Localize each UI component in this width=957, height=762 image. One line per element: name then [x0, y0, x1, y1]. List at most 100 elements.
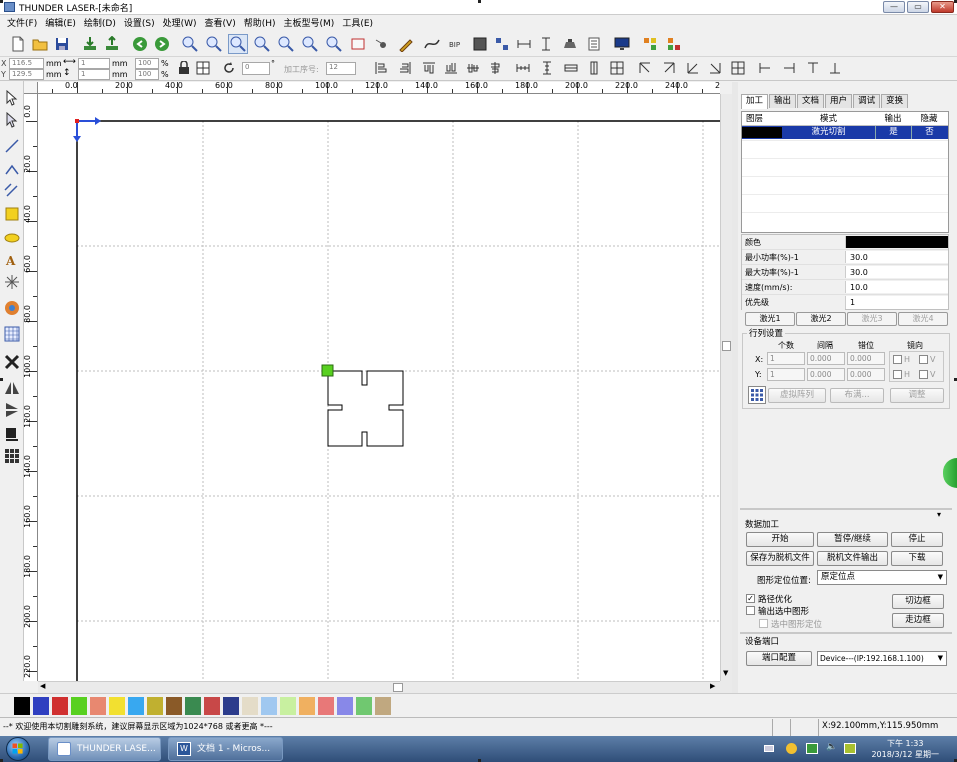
width-input[interactable]: 1	[78, 58, 110, 69]
palette-swatch[interactable]	[109, 697, 125, 715]
param-speed-value[interactable]: 10.0	[845, 281, 948, 293]
ellipse-icon[interactable]	[3, 229, 21, 247]
palette-swatch[interactable]	[299, 697, 315, 715]
align-top-icon[interactable]	[420, 59, 438, 77]
param-priority-value[interactable]: 1	[845, 296, 948, 309]
param-max-power-value[interactable]: 30.0	[845, 266, 948, 278]
proc-order-input[interactable]: 12	[326, 62, 356, 75]
height-input[interactable]: 1	[78, 69, 110, 80]
space-h-icon[interactable]	[514, 59, 532, 77]
vertical-scroll-thumb[interactable]	[722, 341, 731, 351]
palette-swatch[interactable]	[356, 697, 372, 715]
virtual-array-button[interactable]: 虚拟阵列	[768, 388, 826, 403]
menu-view[interactable]: 查看(V)	[201, 16, 240, 29]
palette-swatch[interactable]	[242, 697, 258, 715]
palette-swatch[interactable]	[204, 697, 220, 715]
align-h-icon[interactable]	[514, 34, 534, 54]
node-arrow-icon[interactable]	[3, 111, 21, 129]
array-x-count-input[interactable]: 1	[767, 352, 805, 365]
corner-br-icon[interactable]	[706, 59, 724, 77]
tray-notify-icon[interactable]	[786, 743, 797, 754]
zoom-fit-icon[interactable]	[324, 34, 344, 54]
center-page-icon[interactable]	[729, 59, 747, 77]
bitmap-icon[interactable]: BIP	[446, 34, 466, 54]
palette-swatch[interactable]	[166, 697, 182, 715]
document-icon[interactable]	[584, 34, 604, 54]
close-button[interactable]: ✕	[931, 1, 954, 13]
export-icon[interactable]	[102, 34, 122, 54]
zoom-page-icon[interactable]	[252, 34, 272, 54]
zoom-out-icon[interactable]	[204, 34, 224, 54]
vertical-scrollbar[interactable]: ▼	[720, 94, 732, 681]
selected-position-checkbox[interactable]	[759, 619, 768, 628]
tab-transform[interactable]: 变换	[881, 94, 909, 108]
same-size-icon[interactable]	[608, 59, 626, 77]
cut-shape[interactable]	[327, 370, 404, 447]
array-x-mirror-v-checkbox[interactable]	[919, 355, 928, 364]
array-y-mirror-v-checkbox[interactable]	[919, 370, 928, 379]
palette-swatch[interactable]	[71, 697, 87, 715]
laser4-button[interactable]: 激光4	[898, 312, 948, 326]
task-thunder-laser[interactable]: THUNDER LASE...	[48, 737, 161, 761]
download-button[interactable]: 下载	[891, 551, 943, 566]
tray-volume-icon[interactable]: 🔈	[826, 742, 837, 752]
zoom-all-icon[interactable]	[300, 34, 320, 54]
curve-tool-icon[interactable]	[3, 181, 21, 199]
output-selected-checkbox[interactable]	[746, 606, 755, 615]
same-width-icon[interactable]	[562, 59, 580, 77]
device-select[interactable]: Device---(IP:192.168.1.100) ▼	[817, 651, 947, 666]
same-height-icon[interactable]	[585, 59, 603, 77]
palette-swatch[interactable]	[147, 697, 163, 715]
palette-swatch[interactable]	[223, 697, 239, 715]
start-button[interactable]: 开始	[746, 532, 814, 547]
delete-icon[interactable]	[3, 353, 21, 371]
palette-swatch[interactable]	[52, 697, 68, 715]
array-tool-icon[interactable]	[3, 447, 21, 465]
maximize-button[interactable]: ▭	[907, 1, 929, 13]
lock-icon[interactable]	[175, 59, 193, 77]
array-copy-icon[interactable]	[664, 34, 684, 54]
dist-top-icon[interactable]	[804, 59, 822, 77]
mirror-v-icon[interactable]	[3, 401, 21, 419]
tray-network-icon[interactable]	[806, 743, 818, 754]
laser-head-icon[interactable]	[560, 34, 580, 54]
new-file-icon[interactable]	[8, 34, 28, 54]
line-icon[interactable]	[3, 137, 21, 155]
drawing-canvas[interactable]	[38, 94, 720, 681]
stop-button[interactable]: 停止	[891, 532, 943, 547]
taskbar-clock[interactable]: 下午 1:33 2018/3/12 星期一	[871, 738, 939, 760]
adjust-button[interactable]: 调整	[890, 388, 944, 403]
offline-output-button[interactable]: 脱机文件输出	[817, 551, 888, 566]
layer-hidden[interactable]: 否	[911, 126, 947, 139]
array-y-offset-input[interactable]: 0.000	[847, 368, 885, 381]
menu-process[interactable]: 处理(W)	[159, 16, 201, 29]
palette-swatch[interactable]	[90, 697, 106, 715]
grid-lock-icon[interactable]	[194, 59, 212, 77]
node-edit-icon[interactable]	[372, 34, 392, 54]
align-v-icon[interactable]	[536, 34, 556, 54]
param-color-swatch[interactable]	[845, 236, 948, 248]
menu-settings[interactable]: 设置(S)	[120, 16, 159, 29]
dist-right-icon[interactable]	[780, 59, 798, 77]
palette-swatch[interactable]	[261, 697, 277, 715]
mirror-h-icon[interactable]	[3, 379, 21, 397]
rotate-input[interactable]: 0	[242, 62, 270, 75]
pen-icon[interactable]	[396, 34, 416, 54]
menu-tools[interactable]: 工具(E)	[338, 16, 377, 29]
palette-swatch[interactable]	[375, 697, 391, 715]
collapse-pin-icon[interactable]: ▾	[937, 510, 941, 519]
undo-icon[interactable]	[130, 34, 150, 54]
x-position-input[interactable]: 116.5	[9, 58, 44, 69]
palette-swatch[interactable]	[318, 697, 334, 715]
tab-user[interactable]: 用户	[825, 94, 853, 108]
tab-debug[interactable]: 调试	[853, 94, 881, 108]
position-select[interactable]: 原定位点 ▼	[817, 570, 947, 585]
param-min-power-value[interactable]: 30.0	[845, 251, 948, 263]
rectangle-icon[interactable]	[3, 205, 21, 223]
dist-left-icon[interactable]	[756, 59, 774, 77]
palette-swatch[interactable]	[33, 697, 49, 715]
scroll-down-icon[interactable]: ▼	[723, 669, 728, 677]
y-position-input[interactable]: 129.5	[9, 69, 44, 80]
path-opt-checkbox[interactable]: ✓	[746, 594, 755, 603]
cut-frame-button[interactable]: 切边框	[892, 594, 944, 609]
